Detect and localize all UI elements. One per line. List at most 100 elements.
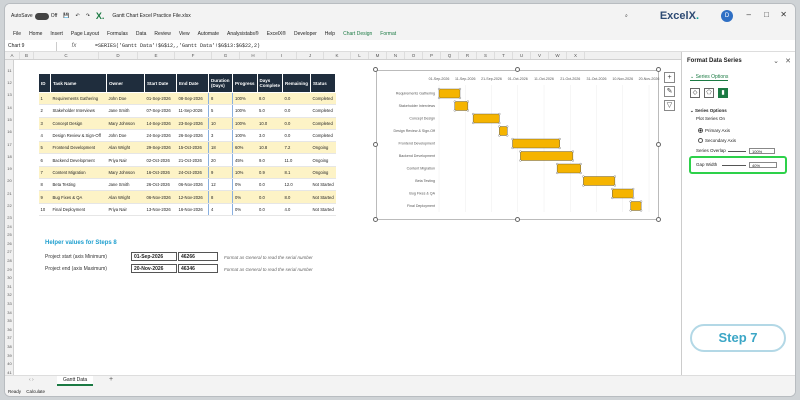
row-header[interactable]: 21: [5, 191, 14, 196]
table-cell[interactable]: 0.0: [257, 190, 283, 204]
row-header[interactable]: 16: [5, 129, 14, 134]
avatar[interactable]: D: [721, 10, 733, 22]
table-cell[interactable]: 11.0: [282, 153, 311, 167]
row-header[interactable]: 38: [5, 344, 14, 349]
gantt-chart[interactable]: 01-Sep-2026 11-Sep-2026 21-Sep-2026 01-Oct-…: [376, 70, 659, 220]
table-cell[interactable]: Jane Smith: [106, 104, 145, 118]
table-cell[interactable]: Beta Testing: [50, 178, 107, 192]
column-header[interactable]: K: [324, 52, 351, 59]
selection-handle[interactable]: [498, 112, 501, 116]
minimize-button[interactable]: –: [747, 10, 751, 19]
table-cell[interactable]: 26-Oct-2026: [144, 178, 177, 192]
table-cell[interactable]: 0.0: [282, 92, 311, 106]
selection-handle[interactable]: [579, 171, 582, 175]
menu-excelx[interactable]: ExcelX®: [267, 31, 286, 37]
menu-page-layout[interactable]: Page Layout: [71, 31, 99, 37]
menu-chart-design[interactable]: Chart Design: [343, 31, 372, 37]
selection-handle[interactable]: [472, 112, 475, 116]
selection-handle[interactable]: [571, 150, 574, 153]
selection-handle[interactable]: [498, 125, 501, 128]
table-cell[interactable]: 60%: [232, 141, 258, 155]
row-header[interactable]: 27: [5, 249, 14, 254]
table-cell[interactable]: 12-Nov-2026: [176, 190, 209, 204]
close-button[interactable]: ✕: [780, 10, 787, 19]
table-cell[interactable]: 06-Nov-2026: [144, 190, 177, 204]
table-cell[interactable]: Jane Smith: [106, 178, 145, 192]
sheet-tab-gantt-data[interactable]: Gantt Data: [57, 376, 94, 386]
table-cell[interactable]: 3: [208, 129, 233, 143]
menu-automate[interactable]: Automate: [198, 31, 219, 37]
table-cell[interactable]: 0.0: [282, 104, 311, 118]
table-cell[interactable]: 4: [208, 203, 233, 216]
series-overlap-slider[interactable]: [728, 151, 746, 152]
row-header[interactable]: 32: [5, 292, 14, 297]
status-calculate[interactable]: Calculate: [26, 389, 45, 394]
row-header[interactable]: 24: [5, 224, 14, 229]
row-header[interactable]: 15: [5, 117, 14, 122]
table-cell[interactable]: Not Started: [310, 203, 336, 216]
table-cell[interactable]: 0%: [232, 178, 258, 192]
selection-handle[interactable]: [640, 209, 643, 212]
column-header[interactable]: G: [212, 52, 240, 59]
selection-handle[interactable]: [453, 109, 456, 112]
chart-elements-icon[interactable]: +: [664, 72, 675, 83]
selection-handle[interactable]: [556, 162, 559, 166]
table-cell[interactable]: 1: [38, 92, 51, 106]
table-cell[interactable]: 10%: [232, 166, 258, 180]
chevron-down-icon[interactable]: ⌄: [773, 57, 779, 65]
add-sheet-button[interactable]: +: [109, 376, 113, 383]
column-header-0[interactable]: ID: [38, 73, 51, 93]
table-cell[interactable]: 8.0: [282, 190, 311, 204]
column-header[interactable]: S: [477, 52, 495, 59]
resize-handle[interactable]: [373, 217, 378, 222]
table-cell[interactable]: 10: [208, 117, 233, 130]
table-cell[interactable]: 26-Sep-2026: [176, 129, 209, 143]
table-cell[interactable]: 15-Oct-2026: [176, 141, 209, 155]
column-header[interactable]: A: [5, 52, 20, 59]
menu-review[interactable]: Review: [154, 31, 170, 37]
row-header[interactable]: 33: [5, 301, 14, 306]
tab-nav-icon[interactable]: ‹ ›: [29, 377, 34, 383]
selection-handle[interactable]: [511, 137, 514, 141]
selection-handle[interactable]: [519, 159, 522, 162]
selection-handle[interactable]: [437, 96, 441, 100]
table-cell[interactable]: 5: [208, 104, 233, 118]
gap-width-slider[interactable]: [722, 165, 746, 166]
table-cell[interactable]: 16-Nov-2026: [176, 203, 209, 216]
table-cell[interactable]: Not Started: [310, 178, 336, 192]
row-header[interactable]: 36: [5, 327, 14, 332]
autosave-toggle[interactable]: AutoSave Off: [11, 12, 57, 20]
resize-handle[interactable]: [515, 217, 520, 222]
table-cell[interactable]: 0.0: [282, 117, 311, 130]
tab-series-options[interactable]: ⌄ Series Options: [690, 74, 729, 81]
table-cell[interactable]: Concept Design: [50, 117, 107, 130]
row-header[interactable]: 11: [5, 68, 14, 73]
helper-end-date[interactable]: 20-Nov-2026: [131, 264, 177, 273]
row-header[interactable]: 14: [5, 105, 14, 110]
table-cell[interactable]: 0.0: [257, 203, 283, 216]
selection-handle[interactable]: [519, 150, 522, 153]
column-header[interactable]: R: [459, 52, 477, 59]
primary-axis-radio[interactable]: Primary Axis: [698, 128, 730, 134]
row-header[interactable]: 25: [5, 232, 14, 237]
column-header[interactable]: M: [369, 52, 387, 59]
table-cell[interactable]: Priya Nair: [106, 153, 145, 167]
column-header[interactable]: N: [387, 52, 405, 59]
column-header-2[interactable]: Owner: [106, 73, 145, 93]
menu-help[interactable]: Help: [325, 31, 335, 37]
selection-handle[interactable]: [579, 162, 582, 166]
table-cell[interactable]: Alan Wright: [106, 190, 145, 204]
table-cell[interactable]: 3: [38, 117, 51, 130]
table-cell[interactable]: Completed: [310, 117, 336, 130]
table-cell[interactable]: Completed: [310, 92, 336, 106]
table-cell[interactable]: 01-Sep-2026: [144, 92, 177, 106]
gantt-bar[interactable]: [499, 126, 508, 136]
column-header[interactable]: H: [240, 52, 267, 59]
column-header[interactable]: I: [267, 52, 297, 59]
menu-data[interactable]: Data: [136, 31, 147, 37]
table-cell[interactable]: 9: [38, 190, 51, 204]
file-title[interactable]: Gantt Chart Excel Practice File.xlsx: [112, 13, 190, 19]
table-cell[interactable]: 5.0: [257, 104, 283, 118]
chart-styles-icon[interactable]: ✎: [664, 86, 675, 97]
table-cell[interactable]: Final Deployment: [50, 203, 107, 216]
